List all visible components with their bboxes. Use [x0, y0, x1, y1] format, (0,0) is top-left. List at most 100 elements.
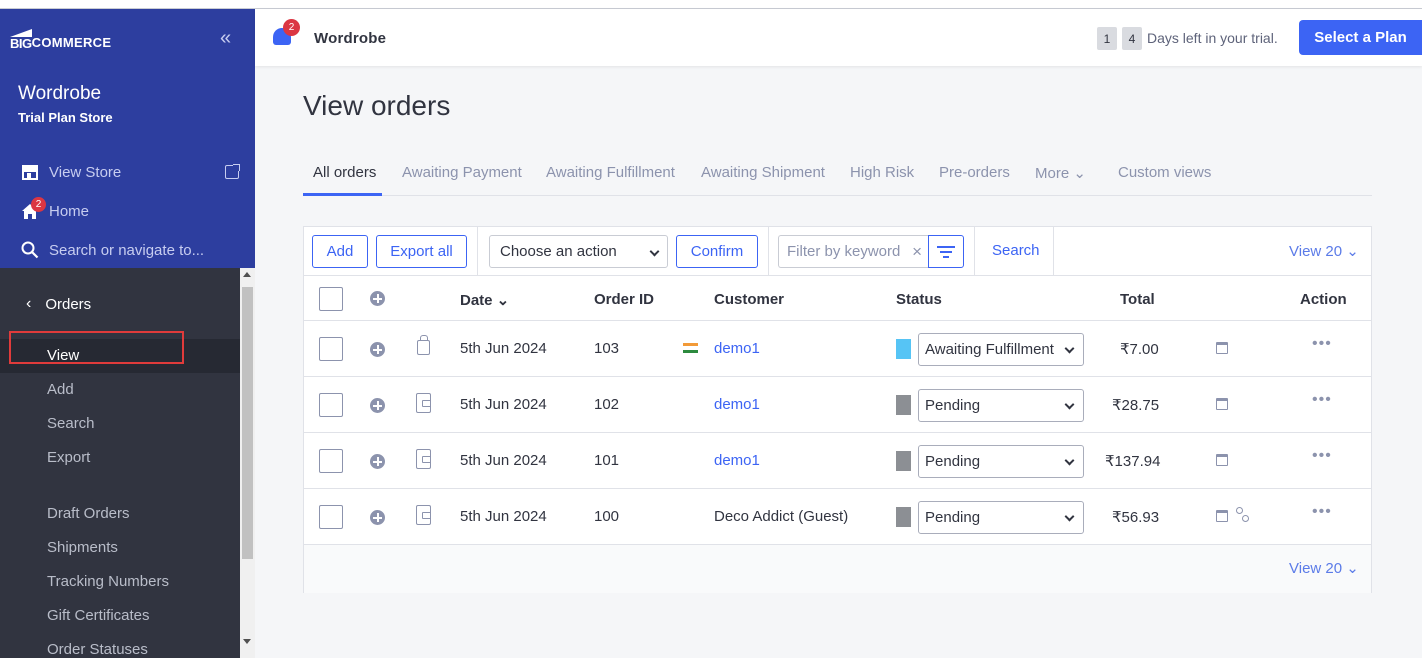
status-color-swatch — [896, 451, 911, 471]
order-tabs: All orders Awaiting Payment Awaiting Ful… — [303, 158, 1372, 196]
status-select[interactable]: Pending — [918, 445, 1084, 478]
order-id: 103 — [594, 340, 620, 357]
tab-high-risk[interactable]: High Risk — [850, 164, 914, 181]
sidebar-top: BIG COMMERCE « Wordrobe Trial Plan Store … — [0, 9, 255, 268]
sidebar-item-order-statuses[interactable]: Order Statuses — [47, 641, 148, 658]
order-date: 5th Jun 2024 — [460, 508, 547, 525]
window-top-strip — [0, 0, 1422, 9]
expand-row-icon[interactable] — [370, 510, 385, 525]
chain-link-icon[interactable] — [1236, 507, 1250, 523]
expand-row-icon[interactable] — [370, 454, 385, 469]
search-orders-link[interactable]: Search — [992, 242, 1040, 259]
top-header: 2 Wordrobe 1 4 Days left in your trial. … — [255, 9, 1422, 66]
calendar-icon[interactable] — [1216, 510, 1228, 522]
tab-pre-orders[interactable]: Pre-orders — [939, 164, 1010, 181]
status-color-swatch — [896, 395, 911, 415]
table-footer: View 20 ⌄ — [304, 545, 1371, 593]
trial-days-digit: 4 — [1122, 27, 1142, 50]
clear-filter-icon[interactable]: × — [912, 242, 922, 262]
filter-options-button[interactable] — [928, 235, 964, 268]
expand-all-icon[interactable] — [370, 291, 385, 306]
chevron-down-icon — [1064, 455, 1075, 466]
order-total: ₹7.00 — [1120, 341, 1159, 358]
customer-link[interactable]: demo1 — [714, 452, 760, 469]
column-total: Total — [1120, 291, 1155, 308]
view-20-dropdown[interactable]: View 20 ⌄ — [1289, 242, 1359, 260]
view-store-link[interactable]: View Store — [20, 160, 121, 184]
row-checkbox[interactable] — [319, 393, 343, 417]
row-actions-menu[interactable]: ••• — [1312, 335, 1332, 353]
confirm-button[interactable]: Confirm — [676, 235, 758, 268]
tab-awaiting-payment[interactable]: Awaiting Payment — [402, 164, 522, 181]
bulk-action-select[interactable]: Choose an action — [489, 235, 668, 268]
column-order-id: Order ID — [594, 291, 655, 308]
sidebar-orders-back[interactable]: ‹ Orders — [26, 295, 91, 313]
chevron-down-icon — [1064, 399, 1075, 410]
header-store-name: Wordrobe — [314, 30, 387, 47]
external-link-icon[interactable] — [225, 164, 240, 179]
customer-link[interactable]: demo1 — [714, 396, 760, 413]
tab-custom-views[interactable]: Custom views — [1118, 164, 1211, 181]
sidebar-store-name: Wordrobe — [18, 83, 102, 104]
order-id: 102 — [594, 396, 620, 413]
calendar-icon[interactable] — [1216, 454, 1228, 466]
filter-keyword-input[interactable]: Filter by keyword × — [778, 235, 928, 268]
customer-link[interactable]: demo1 — [714, 340, 760, 357]
row-actions-menu[interactable]: ••• — [1312, 391, 1332, 409]
select-plan-button[interactable]: Select a Plan — [1299, 20, 1422, 55]
select-all-checkbox[interactable] — [319, 287, 343, 311]
row-checkbox[interactable] — [319, 337, 343, 361]
view-20-dropdown-footer[interactable]: View 20 ⌄ — [1289, 559, 1359, 577]
home-link[interactable]: 2 Home — [20, 196, 89, 223]
status-select[interactable]: Awaiting Fulfillment — [918, 333, 1084, 366]
view-highlight-box — [9, 331, 184, 364]
sidebar-item-gift-certificates[interactable]: Gift Certificates — [47, 607, 150, 624]
tab-all-orders[interactable]: All orders — [313, 164, 376, 181]
order-document-icon — [416, 505, 431, 525]
sidebar-item-export[interactable]: Export — [47, 449, 90, 466]
row-actions-menu[interactable]: ••• — [1312, 503, 1332, 521]
order-document-icon — [416, 449, 431, 469]
order-date: 5th Jun 2024 — [460, 340, 547, 357]
status-color-swatch — [896, 507, 911, 527]
search-icon — [20, 241, 40, 259]
sidebar-item-search[interactable]: Search — [47, 415, 95, 432]
sidebar-search[interactable]: Search or navigate to... — [20, 238, 204, 262]
sidebar-item-tracking-numbers[interactable]: Tracking Numbers — [47, 573, 169, 590]
bigcommerce-logo[interactable]: BIG COMMERCE — [10, 28, 111, 53]
order-id: 100 — [594, 508, 620, 525]
scroll-down-arrow-icon[interactable] — [243, 639, 251, 644]
orders-panel: Add Export all Choose an action Confirm … — [303, 226, 1372, 593]
table-row: 5th Jun 2024 103 demo1 Awaiting Fulfillm… — [304, 321, 1371, 377]
sidebar-store-plan: Trial Plan Store — [18, 110, 113, 125]
add-order-button[interactable]: Add — [312, 235, 368, 268]
tab-awaiting-fulfillment[interactable]: Awaiting Fulfillment — [546, 164, 675, 181]
tab-more[interactable]: More ⌄ — [1035, 164, 1086, 182]
table-row: 5th Jun 2024 101 demo1 Pending ₹137.94 •… — [304, 433, 1371, 489]
scroll-up-arrow-icon[interactable] — [243, 272, 251, 277]
row-checkbox[interactable] — [319, 449, 343, 473]
column-action: Action — [1300, 291, 1347, 308]
chevron-left-icon: ‹ — [26, 295, 32, 312]
trial-days-digit: 1 — [1097, 27, 1117, 50]
sidebar-scrollbar-thumb[interactable] — [242, 287, 253, 559]
india-flag-icon — [683, 343, 698, 353]
status-select[interactable]: Pending — [918, 501, 1084, 534]
expand-row-icon[interactable] — [370, 398, 385, 413]
export-all-button[interactable]: Export all — [376, 235, 467, 268]
sidebar-item-shipments[interactable]: Shipments — [47, 539, 118, 556]
sidebar-item-add[interactable]: Add — [47, 381, 74, 398]
tab-awaiting-shipment[interactable]: Awaiting Shipment — [701, 164, 825, 181]
expand-row-icon[interactable] — [370, 342, 385, 357]
column-date[interactable]: Date ⌄ — [460, 291, 509, 309]
calendar-icon[interactable] — [1216, 342, 1228, 354]
order-id: 101 — [594, 452, 620, 469]
row-actions-menu[interactable]: ••• — [1312, 447, 1332, 465]
status-select[interactable]: Pending — [918, 389, 1084, 422]
row-checkbox[interactable] — [319, 505, 343, 529]
order-date: 5th Jun 2024 — [460, 396, 547, 413]
table-row: 5th Jun 2024 100 Deco Addict (Guest) Pen… — [304, 489, 1371, 545]
sidebar-item-draft-orders[interactable]: Draft Orders — [47, 505, 130, 522]
collapse-sidebar-icon[interactable]: « — [220, 27, 231, 50]
calendar-icon[interactable] — [1216, 398, 1228, 410]
